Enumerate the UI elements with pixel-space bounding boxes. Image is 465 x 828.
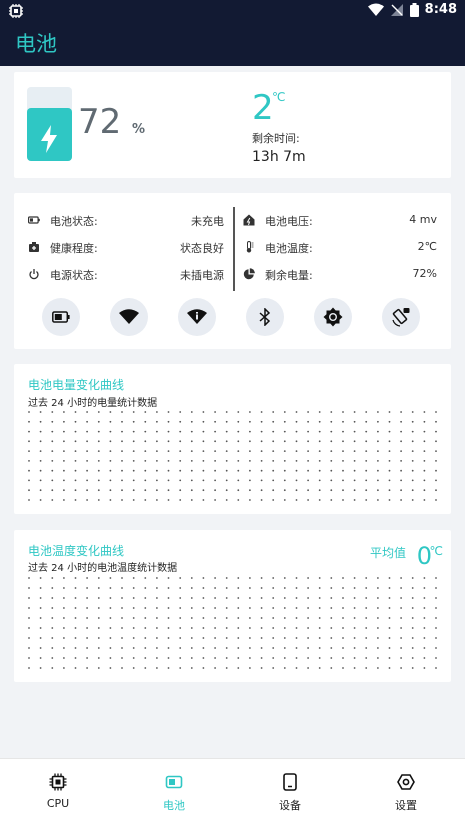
status-icons: 8:48 [367,2,457,17]
brightness-icon [323,307,343,327]
bluetooth-icon [259,308,271,326]
level-chart-plot-area [28,411,437,501]
info-row-power-status: 电源状态: 未插电源 [28,266,224,282]
info-label: 电池温度: [265,242,313,255]
info-value: 未充电 [191,215,224,228]
bluetooth-button[interactable] [246,298,284,336]
power-icon [29,269,39,280]
average-label: 平均值 [369,546,406,560]
battery-status-icon [409,2,419,17]
battery-icon [28,216,40,224]
info-label: 剩余电量: [265,269,313,282]
battery-button[interactable] [42,298,80,336]
cpu-notification-icon [9,4,23,18]
nav-item-battery[interactable]: 电池 [116,759,232,828]
settings-icon [397,774,415,790]
nav-label: 设备 [279,799,301,812]
info-label: 健康程度: [50,242,98,255]
info-row-voltage: 电池电压: 4 mv [243,212,437,228]
nav-label: 电池 [163,799,185,812]
battery-temperature-chart-card: 电池温度变化曲线 过去 24 小时的电池温度统计数据 平均值 0 ℃ [14,530,451,682]
temperature-value: 2 [252,88,274,128]
nav-item-device[interactable]: 设备 [232,759,348,828]
info-value: 状态良好 [180,242,224,255]
info-row-health: 健康程度: 状态良好 [28,239,224,255]
device-icon [283,773,297,791]
bottom-navigation: CPU 电池 设备 设置 [0,758,465,828]
nav-label: 设置 [395,799,417,812]
info-row-battery-status: 电池状态: 未充电 [28,212,224,228]
battery-level-chart-card: 电池电量变化曲线 过去 24 小时的电量统计数据 [14,364,451,514]
clock: 8:48 [424,2,457,17]
column-divider [233,207,235,291]
info-row-temperature: 电池温度: 2℃ [243,239,437,255]
wifi-signal-icon [367,3,384,16]
thermometer-icon [246,241,254,253]
battery-icon [165,775,183,789]
temp-chart-title: 电池温度变化曲线 [28,544,125,558]
info-row-remaining: 剩余电量: 72% [243,266,437,282]
battery-level-value: 72 [78,102,122,142]
average-unit: ℃ [429,544,443,558]
screen-rotation-icon [392,308,410,327]
brightness-button[interactable] [314,298,352,336]
wifi-info-button[interactable] [178,298,216,336]
lightning-icon [41,125,57,153]
nav-item-settings[interactable]: 设置 [348,759,464,828]
info-label: 电池电压: [265,215,313,228]
battery-level-unit: % [132,122,146,137]
home-voltage-icon [243,214,255,226]
info-value: 未插电源 [180,269,224,282]
wifi-button[interactable] [110,298,148,336]
level-chart-title: 电池电量变化曲线 [28,378,125,392]
battery-icon [52,311,70,323]
app-bar: 电池 [0,22,465,66]
page-title: 电池 [15,32,57,56]
nav-label: CPU [46,797,70,810]
wifi-icon [119,309,139,324]
temp-chart-plot-area [28,577,437,669]
info-label: 电池状态: [50,215,98,228]
info-value: 2℃ [417,240,437,253]
info-label: 电源状态: [50,269,98,282]
level-chart-subtitle: 过去 24 小时的电量统计数据 [28,398,158,409]
remaining-time-value: 13h 7m [252,149,306,165]
battery-info-card: 电池状态: 未充电 健康程度: 状态良好 电源状态: 未插电源 电池电压: 4 … [14,193,451,349]
screen-rotation-button[interactable] [382,298,420,336]
status-bar: 8:48 [0,0,465,22]
health-icon [29,242,39,252]
info-value: 4 mv [409,213,437,226]
temperature-unit: ℃ [272,90,286,104]
remaining-time-label: 剩余时间: [252,132,300,145]
battery-level-graphic [27,87,72,161]
battery-summary-card: 72 % 2 ℃ 剩余时间: 13h 7m [14,72,451,178]
wifi-info-icon [187,309,207,324]
pie-chart-icon [243,268,255,280]
nav-item-cpu[interactable]: CPU [0,759,116,828]
no-signal-icon [390,3,403,16]
temp-chart-subtitle: 过去 24 小时的电池温度统计数据 [28,563,178,574]
cpu-icon [49,773,67,791]
info-value: 72% [412,267,437,280]
